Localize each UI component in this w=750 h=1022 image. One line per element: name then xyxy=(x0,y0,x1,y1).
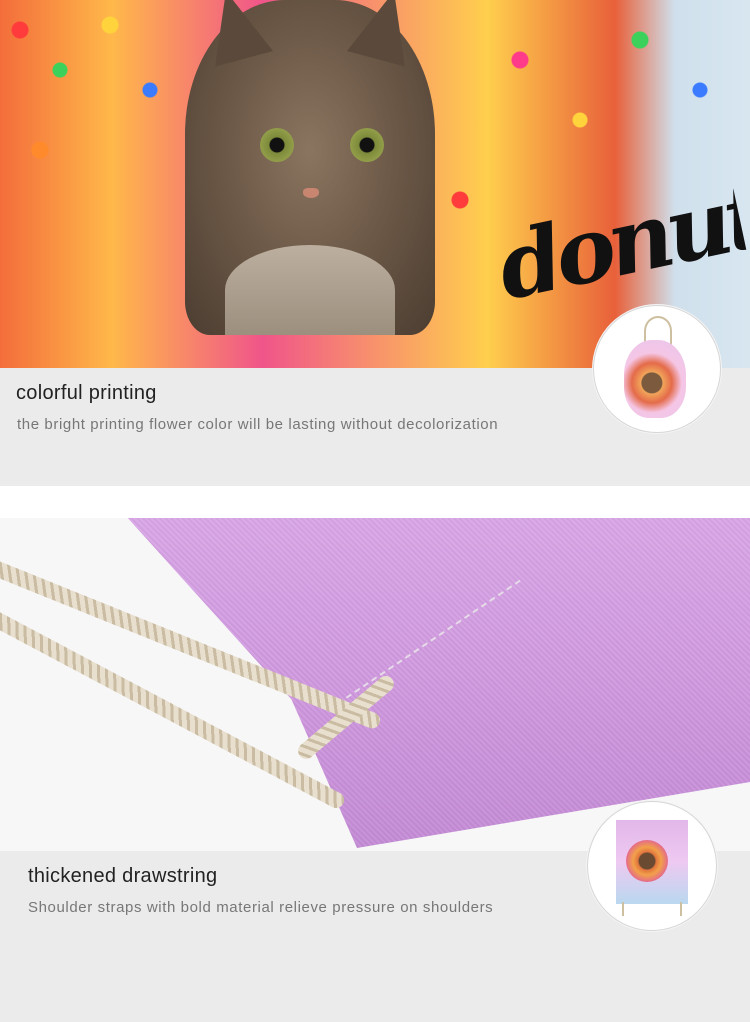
section-subtitle: the bright printing flower color will be… xyxy=(17,416,499,433)
kitten-nose xyxy=(303,188,319,198)
drawstring-strap xyxy=(622,902,624,916)
feature-section-thickened-drawstring: thickened drawstring Shoulder straps wit… xyxy=(0,518,750,1022)
donut-print xyxy=(626,840,668,882)
section-subtitle: Shoulder straps with bold material relie… xyxy=(28,899,494,916)
kitten-ear xyxy=(196,0,274,67)
section-title: colorful printing xyxy=(16,382,157,404)
section-title: thickened drawstring xyxy=(28,865,218,887)
kitten-eye xyxy=(260,128,294,162)
drawstring-strap xyxy=(680,902,682,916)
kitten-paws xyxy=(225,245,395,335)
kitten-eye xyxy=(350,128,384,162)
kitten-ear xyxy=(346,0,424,67)
kitten-image xyxy=(185,0,435,335)
product-thumbnail xyxy=(587,801,717,931)
product-thumbnail xyxy=(593,305,721,433)
round-bag-image xyxy=(624,340,686,418)
drawstring-closeup-photo xyxy=(0,518,750,851)
feature-section-colorful-printing: donut colorful printing the bright print… xyxy=(0,0,750,486)
